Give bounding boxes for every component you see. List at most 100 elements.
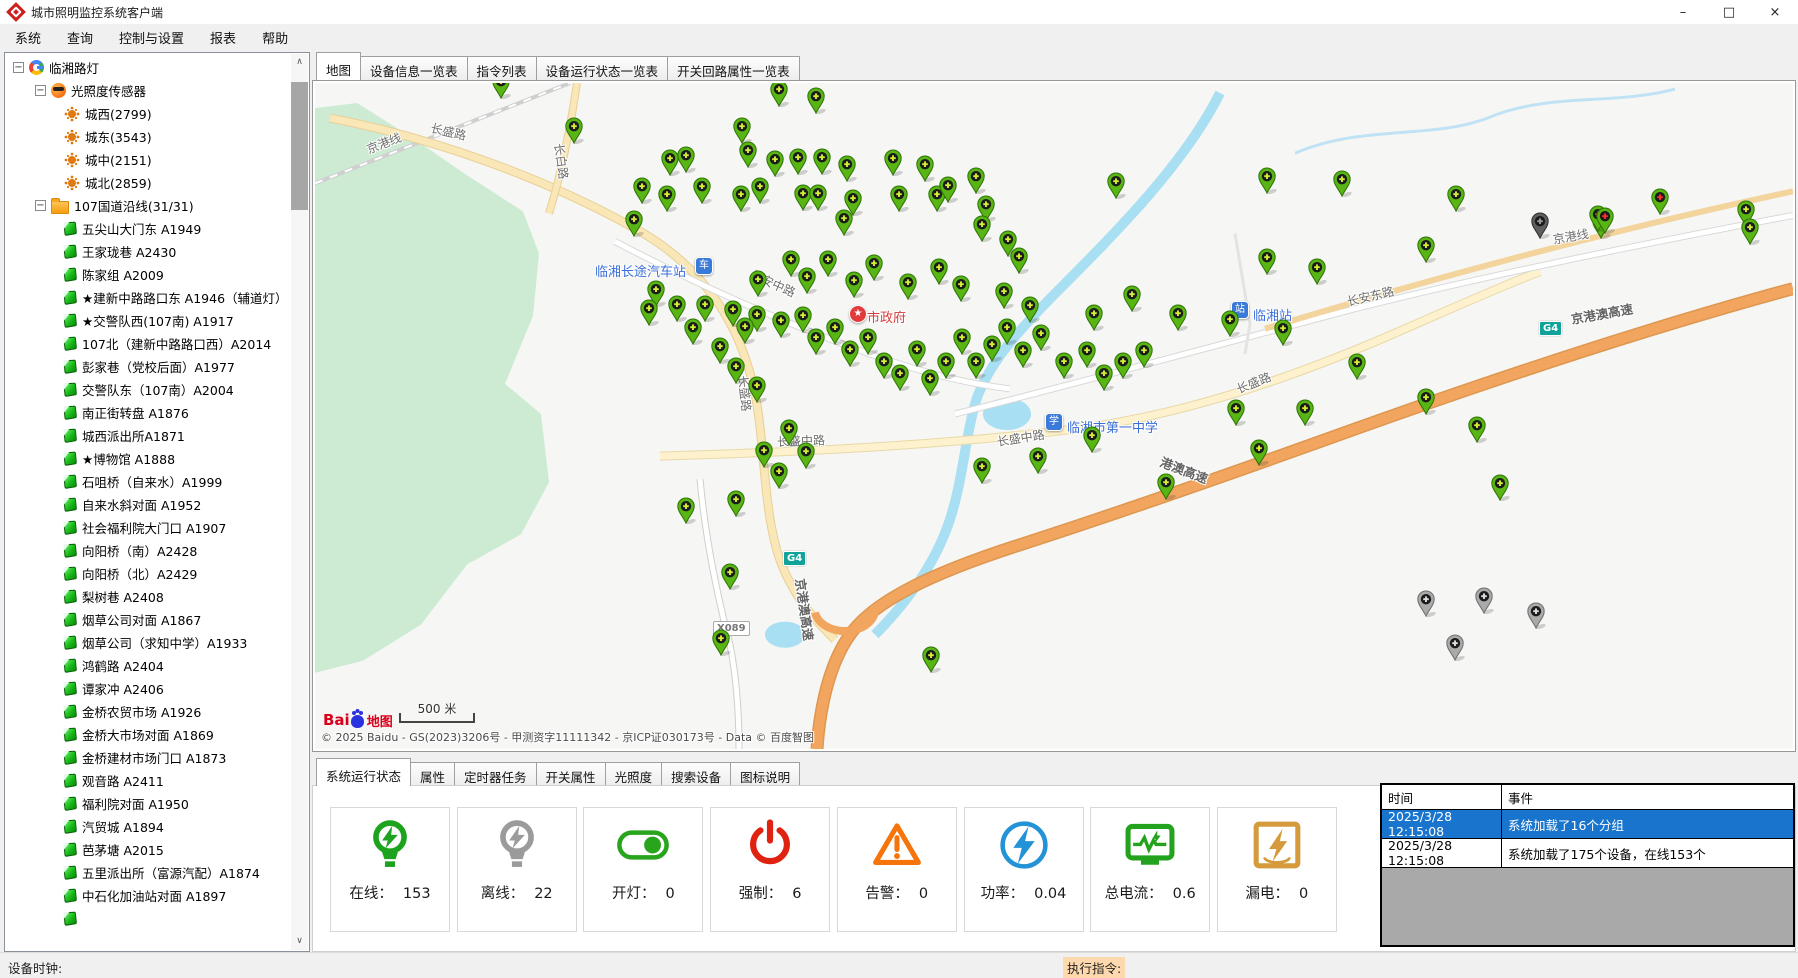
tree-node-10[interactable]: ★建新中路路口东 A1946（辅道灯） [7,286,289,309]
map-pin-green[interactable] [966,167,986,194]
tree-node-34[interactable]: 芭茅塘 A2015 [7,838,289,861]
map-pin-gray[interactable] [1474,587,1494,614]
map-pin-green[interactable] [1094,364,1114,391]
menu-item-1[interactable]: 查询 [54,24,106,51]
bottom-tab-5[interactable]: 搜索设备 [661,762,731,786]
map-pin-green[interactable] [676,497,696,524]
tree-node-2[interactable]: 城西(2799) [7,102,289,125]
map-pin-green[interactable] [1273,319,1293,346]
tree-node-14[interactable]: 交警队东（107南）A2004 [7,378,289,401]
map-pin-green[interactable] [720,563,740,590]
map-pin-green[interactable] [938,176,958,203]
map-pin-green[interactable] [692,177,712,204]
map-pin-green[interactable] [732,117,752,144]
map-pin-green[interactable] [864,254,884,281]
map-pin-green[interactable] [1054,352,1074,379]
tree-node-8[interactable]: 王家珑巷 A2430 [7,240,289,263]
map-pin-green[interactable] [907,340,927,367]
map-pin-green_red[interactable] [1650,188,1670,215]
map-pin-green[interactable] [972,457,992,484]
map-pin-green[interactable] [994,282,1014,309]
map-pin-green[interactable] [748,270,768,297]
tree-node-11[interactable]: ★交警队西(107南) A1917 [7,309,289,332]
map-pin-green[interactable] [769,83,789,107]
tree-collapse-icon[interactable]: − [13,62,24,73]
event-log-row-0[interactable]: 2025/3/28 12:15:08系统加载了16个分组 [1382,810,1793,839]
map-pin-green[interactable] [1257,248,1277,275]
tree-node-28[interactable]: 金桥农贸市场 A1926 [7,700,289,723]
map-pin-green[interactable] [1416,388,1436,415]
map-pin-green[interactable] [1226,399,1246,426]
scroll-down-icon[interactable]: ∨ [291,933,308,950]
map-pin-green[interactable] [639,299,659,326]
map-pin-green[interactable] [726,357,746,384]
map-pin-green[interactable] [890,364,910,391]
map-pin-green[interactable] [1220,310,1240,337]
tree-node-33[interactable]: 汽贸城 A1894 [7,815,289,838]
map-pin-green[interactable] [676,146,696,173]
tree-node-32[interactable]: 福利院对面 A1950 [7,792,289,815]
scrollbar-thumb[interactable] [291,82,308,210]
map-pin-green[interactable] [952,328,972,355]
map-pin-green[interactable] [750,177,770,204]
tree-node-4[interactable]: 城中(2151) [7,148,289,171]
map-pin-green[interactable] [972,215,992,242]
tree-node-27[interactable]: 谭家冲 A2406 [7,677,289,700]
map-pin-green[interactable] [731,185,751,212]
map-pin-green[interactable] [921,646,941,673]
tree-node-17[interactable]: ★博物馆 A1888 [7,447,289,470]
bottom-tab-3[interactable]: 开关属性 [536,762,606,786]
map-pin-green[interactable] [1446,185,1466,212]
tree-node-21[interactable]: 向阳桥（南）A2428 [7,539,289,562]
bottom-tab-0[interactable]: 系统运行状态 [316,758,411,786]
map-pin-green[interactable] [747,376,767,403]
map-pin-green[interactable] [837,155,857,182]
map-pin-gray[interactable] [1445,634,1465,661]
menu-item-4[interactable]: 帮助 [249,24,301,51]
map-pin-green[interactable] [564,117,584,144]
tree-node-22[interactable]: 向阳桥（北）A2429 [7,562,289,585]
tree-node-12[interactable]: 107北（建新中路路口西）A2014 [7,332,289,355]
tree-node-35[interactable]: 五里派出所（富源汽配）A1874 [7,861,289,884]
map-pin-green[interactable] [1028,447,1048,474]
tree-node-25[interactable]: 烟草公司（求知中学）A1933 [7,631,289,654]
map-pin-dark[interactable] [1530,212,1550,239]
tree-collapse-icon[interactable]: − [35,200,46,211]
map-pin-green[interactable] [1031,324,1051,351]
map-pin-green[interactable] [951,275,971,302]
map-pin-green[interactable] [1332,170,1352,197]
tree-node-19[interactable]: 自来水斜对面 A1952 [7,493,289,516]
map-pin-green[interactable] [1082,426,1102,453]
map-pin-green[interactable] [765,150,785,177]
scroll-up-icon[interactable]: ∧ [291,54,308,71]
menu-item-0[interactable]: 系统 [2,24,54,51]
map-pin-green[interactable] [1134,341,1154,368]
map-tab-2[interactable]: 指令列表 [467,56,537,80]
map-pin-green[interactable] [936,352,956,379]
map-pin-green[interactable] [491,83,511,99]
map-pin-green[interactable] [1113,352,1133,379]
map-pin-green[interactable] [1307,258,1327,285]
map-canvas[interactable]: 京港线长盛路长白路长安中路长盛路长盛中路长盛中路长盛路长安东路京港线京港澳高速港… [315,83,1793,749]
map-pin-green[interactable] [1106,172,1126,199]
map-tab-0[interactable]: 地图 [316,52,361,80]
map-pin-green[interactable] [1249,439,1269,466]
tree-node-20[interactable]: 社会福利院大门口 A1907 [7,516,289,539]
tree-node-29[interactable]: 金桥大市场对面 A1869 [7,723,289,746]
map-pin-green[interactable] [883,149,903,176]
map-pin-green[interactable] [1084,304,1104,331]
bottom-tab-6[interactable]: 图标说明 [730,762,800,786]
map-pin-green[interactable] [1156,473,1176,500]
tree-node-7[interactable]: 五尖山大门东 A1949 [7,217,289,240]
map-pin-gray[interactable] [1526,602,1546,629]
tree-node-15[interactable]: 南正街转盘 A1876 [7,401,289,424]
tree-node-9[interactable]: 陈家组 A2009 [7,263,289,286]
map-pin-green[interactable] [806,328,826,355]
tree-collapse-icon[interactable]: − [35,85,46,96]
map-pin-green[interactable] [1257,167,1277,194]
tree-node-26[interactable]: 鸿鹤路 A2404 [7,654,289,677]
map-pin-green[interactable] [667,295,687,322]
menu-item-2[interactable]: 控制与设置 [106,24,197,51]
map-pin-green[interactable] [769,462,789,489]
map-pin-green[interactable] [1020,296,1040,323]
